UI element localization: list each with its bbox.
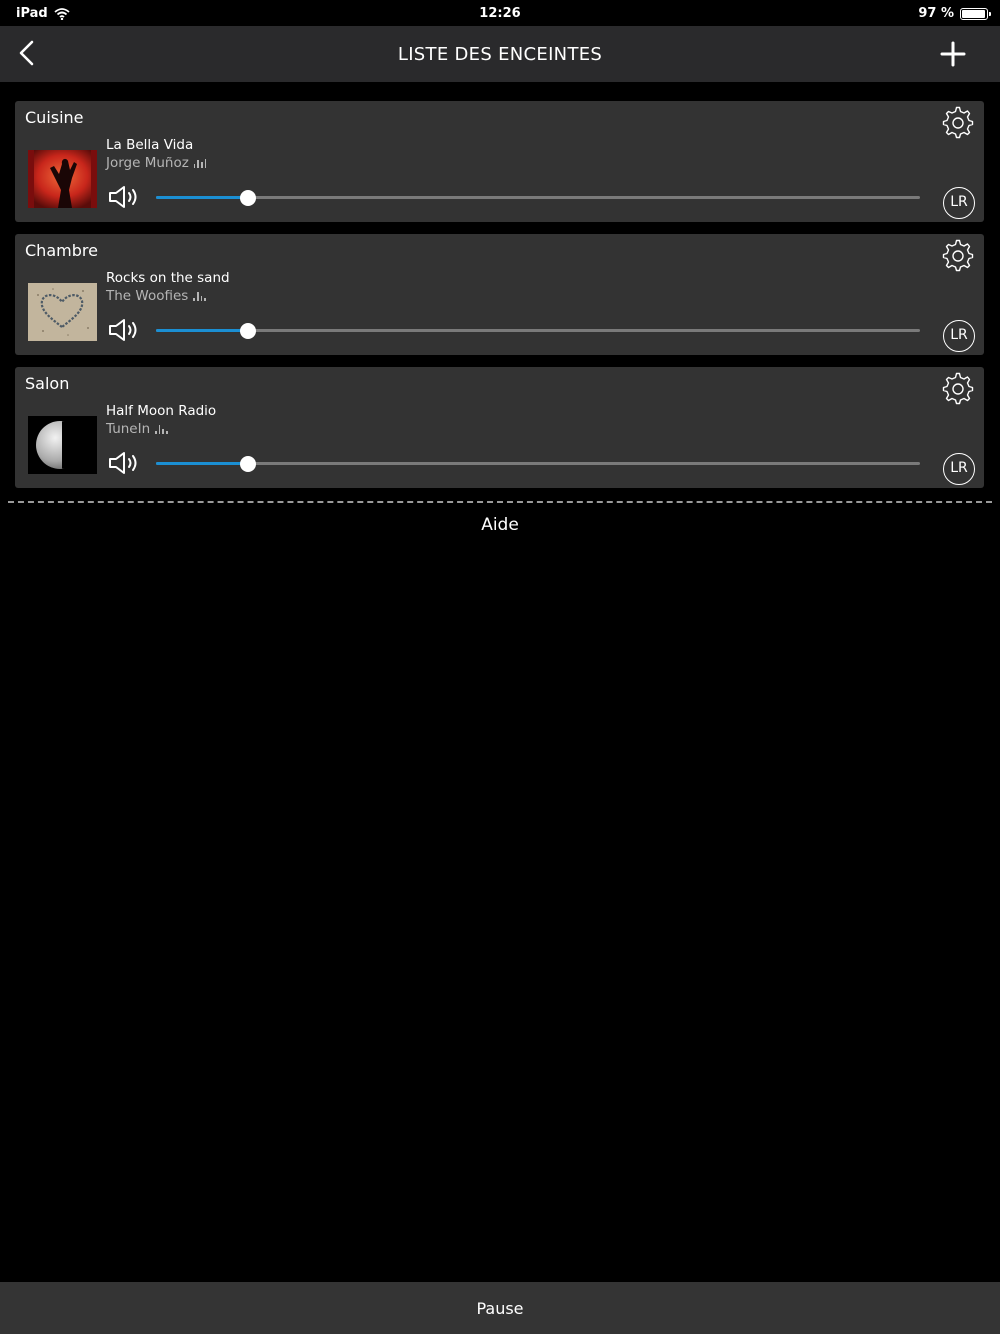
slider-track	[156, 196, 920, 199]
slider-track	[156, 329, 920, 332]
help-link[interactable]: Aide	[0, 515, 1000, 535]
track-title: La Bella Vida	[106, 137, 194, 153]
room-name: Cuisine	[25, 108, 84, 127]
room-name: Chambre	[25, 241, 98, 260]
slider-fill	[156, 196, 248, 199]
plus-icon[interactable]	[940, 40, 966, 68]
speaker-volume-icon[interactable]	[107, 316, 143, 344]
bottom-bar: Pause	[0, 1282, 1000, 1334]
speaker-card-cuisine[interactable]: Cuisine La Bella Vida Jorge Muñoz LR	[15, 101, 984, 222]
artist-label: The Woofies	[106, 288, 189, 304]
volume-slider[interactable]	[156, 187, 920, 207]
nav-bar: LISTE DES ENCEINTES	[0, 26, 1000, 82]
artist-label: Jorge Muñoz	[106, 155, 189, 171]
slider-track	[156, 462, 920, 465]
dashed-divider	[8, 501, 992, 503]
slider-fill	[156, 329, 248, 332]
battery-percent: 97 %	[918, 6, 954, 21]
slider-knob[interactable]	[239, 190, 256, 206]
gear-icon[interactable]	[941, 239, 975, 273]
room-name: Salon	[25, 374, 70, 393]
slider-fill	[156, 462, 248, 465]
page-title: LISTE DES ENCEINTES	[397, 44, 603, 65]
artist-label: TuneIn	[106, 421, 151, 437]
speaker-volume-icon[interactable]	[107, 183, 143, 211]
artist-name: The Woofies	[106, 288, 206, 304]
album-cover	[28, 150, 97, 208]
stereo-lr-button[interactable]: LR	[943, 453, 975, 485]
gear-icon[interactable]	[941, 372, 975, 406]
status-right: 97 %	[918, 6, 991, 21]
volume-slider[interactable]	[156, 320, 920, 340]
album-cover	[28, 283, 97, 341]
equalizer-icon	[155, 424, 168, 434]
equalizer-icon	[193, 158, 207, 168]
stereo-lr-button[interactable]: LR	[943, 320, 975, 352]
album-cover	[28, 416, 97, 474]
equalizer-icon	[193, 291, 206, 301]
status-time: 12:26	[479, 6, 521, 21]
speaker-card-salon[interactable]: Salon Half Moon Radio TuneIn LR	[15, 367, 984, 488]
slider-knob[interactable]	[239, 456, 256, 472]
track-title: Half Moon Radio	[106, 403, 217, 419]
speaker-card-chambre[interactable]: Chambre Rocks on the sand The Woofies LR	[15, 234, 984, 355]
battery-fill	[962, 9, 986, 18]
track-title: Rocks on the sand	[106, 270, 230, 286]
status-bar: iPad 12:26 97 %	[0, 0, 1000, 26]
pause-button[interactable]: Pause	[476, 1299, 523, 1318]
artist-name: Jorge Muñoz	[106, 155, 207, 171]
stereo-lr-button[interactable]: LR	[943, 187, 975, 219]
artist-name: TuneIn	[106, 421, 168, 437]
slider-knob[interactable]	[239, 323, 256, 339]
speaker-volume-icon[interactable]	[107, 449, 143, 477]
gear-icon[interactable]	[941, 106, 975, 140]
battery-icon	[960, 7, 991, 20]
volume-slider[interactable]	[156, 453, 920, 473]
